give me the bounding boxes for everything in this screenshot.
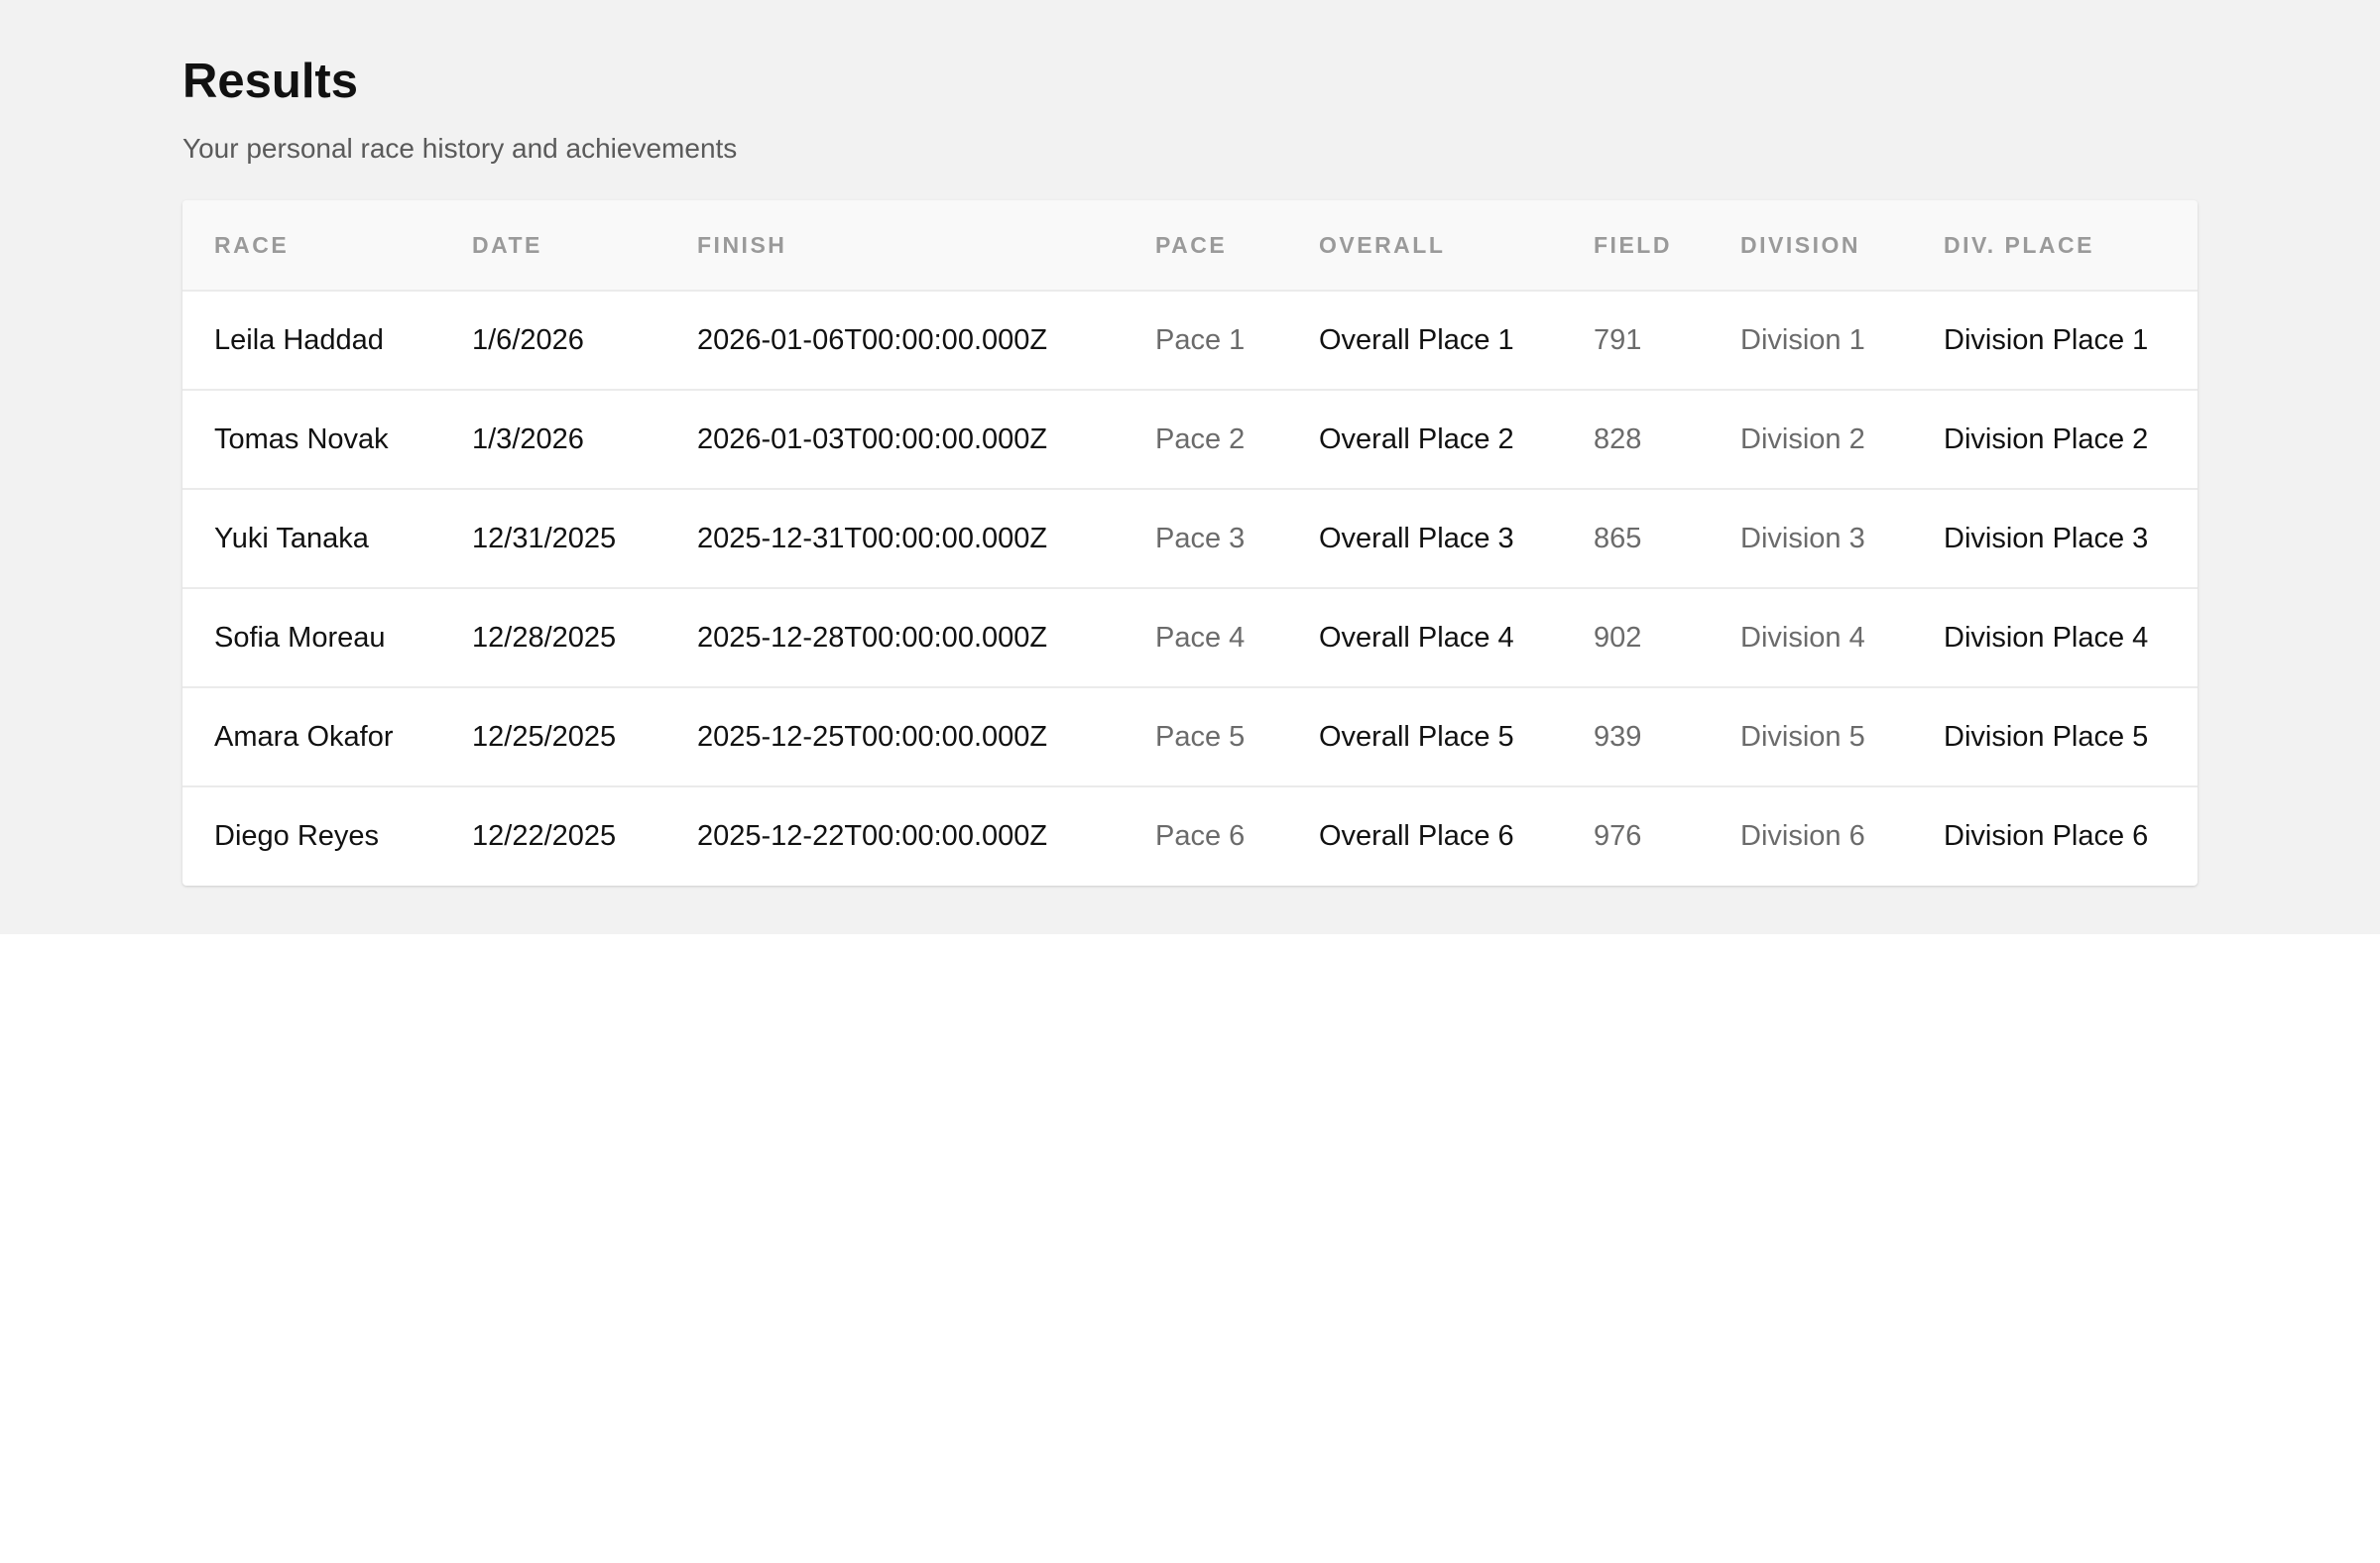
cell-pace: Pace 5 — [1155, 720, 1246, 753]
cell-div-place: Division Place 3 — [1944, 522, 2149, 554]
cell-div-place: Division Place 5 — [1944, 720, 2149, 753]
page-subtitle: Your personal race history and achieveme… — [182, 133, 738, 164]
cell-division: Division 3 — [1740, 522, 1865, 554]
column-header-finish[interactable]: FINISH — [665, 200, 1124, 291]
cell-field: 939 — [1594, 720, 1642, 753]
column-header-date[interactable]: DATE — [440, 200, 665, 291]
column-header-overall[interactable]: OVERALL — [1287, 200, 1562, 291]
cell-pace: Pace 3 — [1155, 522, 1246, 554]
cell-pace: Pace 1 — [1155, 323, 1246, 356]
cell-finish: 2025-12-28T00:00:00.000Z — [697, 621, 1048, 654]
cell-race: Tomas Novak — [214, 422, 389, 455]
cell-division: Division 2 — [1740, 422, 1865, 455]
column-header-division[interactable]: DIVISION — [1709, 200, 1912, 291]
column-header-div-place[interactable]: DIV. PLACE — [1912, 200, 2198, 291]
cell-pace: Pace 4 — [1155, 621, 1246, 654]
cell-race: Amara Okafor — [214, 720, 394, 753]
cell-field: 902 — [1594, 621, 1642, 654]
cell-division: Division 6 — [1740, 820, 1865, 852]
column-header-pace[interactable]: PACE — [1124, 200, 1287, 291]
page-title: Results — [182, 55, 359, 108]
cell-field: 976 — [1594, 820, 1642, 852]
cell-div-place: Division Place 4 — [1944, 621, 2149, 654]
cell-pace: Pace 6 — [1155, 820, 1246, 852]
cell-field: 865 — [1594, 522, 1642, 554]
cell-date: 12/31/2025 — [472, 522, 617, 554]
table-row[interactable]: Leila Haddad 1/6/2026 2026-01-06T00:00:0… — [182, 291, 2198, 390]
cell-date: 1/3/2026 — [472, 422, 584, 455]
cell-race: Leila Haddad — [214, 323, 384, 356]
cell-race: Yuki Tanaka — [214, 522, 369, 554]
cell-div-place: Division Place 6 — [1944, 820, 2149, 852]
cell-field: 791 — [1594, 323, 1642, 356]
table-row[interactable]: Sofia Moreau 12/28/2025 2025-12-28T00:00… — [182, 588, 2198, 687]
cell-finish: 2025-12-31T00:00:00.000Z — [697, 522, 1048, 554]
table-row[interactable]: Yuki Tanaka 12/31/2025 2025-12-31T00:00:… — [182, 489, 2198, 588]
cell-finish: 2026-01-03T00:00:00.000Z — [697, 422, 1048, 455]
column-header-race[interactable]: RACE — [182, 200, 440, 291]
cell-division: Division 4 — [1740, 621, 1865, 654]
cell-date: 12/28/2025 — [472, 621, 617, 654]
results-table: RACE DATE FINISH PACE OVERALL FIELD DIVI… — [182, 200, 2198, 886]
cell-date: 1/6/2026 — [472, 323, 584, 356]
table-header-row: RACE DATE FINISH PACE OVERALL FIELD DIVI… — [182, 200, 2198, 291]
column-header-field[interactable]: FIELD — [1562, 200, 1709, 291]
cell-overall: Overall Place 6 — [1319, 820, 1514, 852]
cell-overall: Overall Place 4 — [1319, 621, 1514, 654]
cell-overall: Overall Place 3 — [1319, 522, 1514, 554]
cell-overall: Overall Place 2 — [1319, 422, 1514, 455]
cell-overall: Overall Place 1 — [1319, 323, 1514, 356]
table-row[interactable]: Tomas Novak 1/3/2026 2026-01-03T00:00:00… — [182, 390, 2198, 489]
cell-finish: 2026-01-06T00:00:00.000Z — [697, 323, 1048, 356]
cell-pace: Pace 2 — [1155, 422, 1246, 455]
cell-race: Diego Reyes — [214, 820, 380, 852]
cell-finish: 2025-12-22T00:00:00.000Z — [697, 820, 1048, 852]
cell-race: Sofia Moreau — [214, 621, 386, 654]
table-row[interactable]: Amara Okafor 12/25/2025 2025-12-25T00:00… — [182, 687, 2198, 786]
cell-date: 12/22/2025 — [472, 820, 617, 852]
cell-overall: Overall Place 5 — [1319, 720, 1514, 753]
cell-finish: 2025-12-25T00:00:00.000Z — [697, 720, 1048, 753]
cell-div-place: Division Place 2 — [1944, 422, 2149, 455]
cell-date: 12/25/2025 — [472, 720, 617, 753]
cell-field: 828 — [1594, 422, 1642, 455]
results-table-card: RACE DATE FINISH PACE OVERALL FIELD DIVI… — [182, 200, 2198, 886]
table-row[interactable]: Diego Reyes 12/22/2025 2025-12-22T00:00:… — [182, 786, 2198, 886]
cell-division: Division 5 — [1740, 720, 1865, 753]
cell-div-place: Division Place 1 — [1944, 323, 2149, 356]
cell-division: Division 1 — [1740, 323, 1865, 356]
